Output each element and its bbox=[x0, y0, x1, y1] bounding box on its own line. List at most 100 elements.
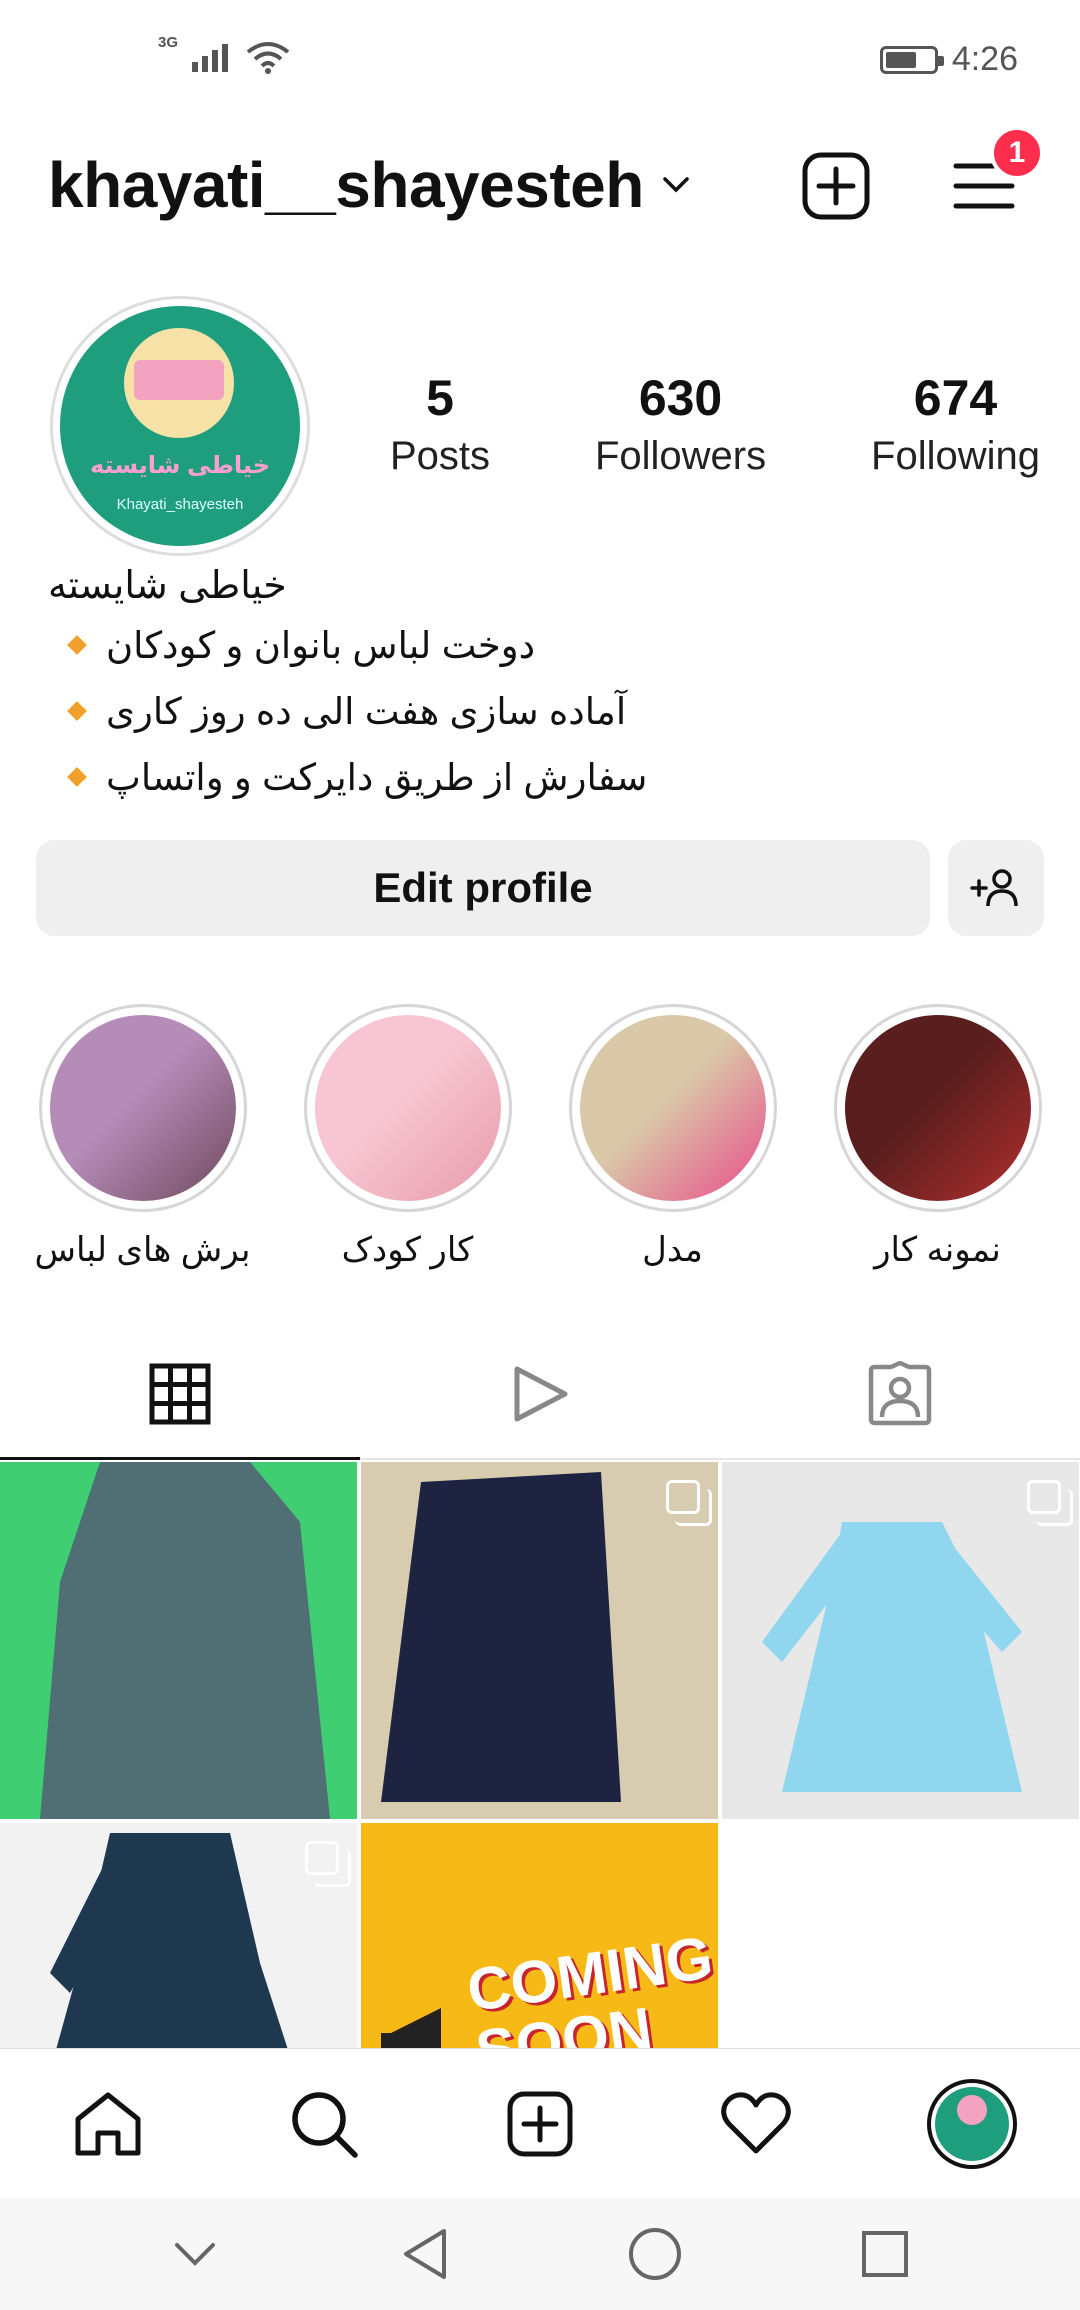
system-navigation bbox=[0, 2198, 1080, 2310]
highlight-item[interactable]: کار کودک bbox=[293, 1004, 523, 1270]
sewing-machine-icon bbox=[134, 360, 224, 400]
signal-icon bbox=[192, 44, 229, 72]
highlight-cover bbox=[579, 1015, 766, 1201]
play-icon bbox=[514, 1366, 568, 1422]
plus-square-icon bbox=[507, 2091, 573, 2156]
bio-line-text: آماده سازی هفت الی ده روز کاری bbox=[106, 690, 627, 732]
stat-following[interactable]: 674 Following bbox=[871, 368, 1040, 484]
back-triangle-icon bbox=[404, 2229, 446, 2279]
highlight-item[interactable]: مدل bbox=[558, 1004, 788, 1270]
profile-avatar-small bbox=[927, 2078, 1017, 2169]
profile-stats: 5 Posts 630 Followers 674 Following bbox=[390, 368, 1040, 484]
bio-display-name: خیاطی شایسته bbox=[48, 565, 287, 607]
avatar-image: خیاطی شایسته Khayati_shayesteh bbox=[60, 306, 300, 546]
bio-line-text: سفارش از طریق دایرکت و واتساپ bbox=[106, 756, 648, 798]
multiple-photos-icon bbox=[1027, 1480, 1073, 1526]
bio-line: سفارش از طریق دایرکت و واتساپ bbox=[48, 744, 948, 810]
highlight-ring bbox=[833, 1004, 1042, 1212]
chevron-down-icon bbox=[663, 177, 689, 193]
highlight-item[interactable]: نمونه کار bbox=[823, 1004, 1053, 1270]
dark-dress-illustration bbox=[50, 1833, 289, 2052]
tab-reels[interactable] bbox=[360, 1330, 720, 1458]
kids-dress-illustration bbox=[762, 1522, 1022, 1792]
post-thumbnail[interactable] bbox=[722, 1462, 1079, 1819]
notification-badge: 1 bbox=[990, 126, 1044, 180]
stat-value: 630 bbox=[638, 370, 723, 426]
highlight-cover bbox=[844, 1015, 1031, 1201]
highlight-cover bbox=[314, 1015, 501, 1201]
network-type-label: 3G bbox=[158, 34, 179, 51]
home-button[interactable] bbox=[620, 2219, 690, 2289]
highlight-label: نمونه کار bbox=[874, 1231, 1001, 1269]
profile-avatar[interactable]: خیاطی شایسته Khayati_shayesteh bbox=[50, 296, 310, 556]
bio-line: دوخت لباس بانوان و کودکان bbox=[48, 612, 948, 678]
highlight-cover bbox=[49, 1015, 236, 1201]
stat-label: Followers bbox=[594, 434, 767, 478]
posts-grid: COMING SOON bbox=[0, 1462, 1080, 2052]
chevron-down-icon bbox=[175, 2243, 215, 2266]
nav-create[interactable] bbox=[495, 2079, 585, 2169]
orange-diamond-icon bbox=[67, 635, 87, 655]
clock: 4:26 bbox=[951, 40, 1018, 78]
bio-line-text: دوخت لباس بانوان و کودکان bbox=[106, 624, 536, 666]
home-icon bbox=[75, 2092, 141, 2155]
menu-button[interactable]: 1 bbox=[946, 126, 1044, 224]
avatar-image bbox=[935, 2086, 1009, 2161]
edit-profile-button[interactable]: Edit profile bbox=[36, 840, 930, 936]
account-switcher[interactable]: khayati__shayesteh bbox=[48, 148, 690, 222]
nav-profile[interactable] bbox=[927, 2078, 1017, 2169]
recents-square-icon bbox=[862, 2231, 908, 2277]
stat-label: Posts bbox=[390, 434, 491, 478]
avatar-text-en: Khayati_shayesteh bbox=[116, 496, 244, 513]
tab-grid[interactable] bbox=[0, 1330, 360, 1460]
stat-label: Following bbox=[871, 434, 1040, 478]
back-button[interactable] bbox=[390, 2219, 460, 2289]
highlight-label: برش های لباس bbox=[34, 1231, 251, 1269]
nav-activity[interactable] bbox=[711, 2079, 801, 2169]
multiple-photos-icon bbox=[666, 1480, 712, 1526]
avatar-text-fa: خیاطی شایسته bbox=[89, 452, 271, 479]
new-post-button[interactable] bbox=[798, 148, 874, 224]
plus-square-icon bbox=[802, 152, 870, 220]
status-bar: 3G 4:26 bbox=[0, 0, 1080, 120]
orange-diamond-icon bbox=[67, 767, 87, 787]
stat-value: 5 bbox=[426, 370, 454, 426]
highlight-ring bbox=[303, 1004, 512, 1212]
nav-home[interactable] bbox=[63, 2079, 153, 2169]
orange-diamond-icon bbox=[67, 701, 87, 721]
stat-followers[interactable]: 630 Followers bbox=[595, 368, 766, 484]
bio-line: آماده سازی هفت الی ده روز کاری bbox=[48, 678, 948, 744]
add-person-icon bbox=[970, 869, 1018, 907]
stat-posts[interactable]: 5 Posts bbox=[390, 368, 490, 484]
home-circle-icon bbox=[629, 2228, 681, 2280]
post-thumbnail[interactable] bbox=[0, 1823, 357, 2052]
tagged-person-icon bbox=[868, 1361, 932, 1426]
highlight-item[interactable]: برش های لباس bbox=[28, 1004, 258, 1270]
highlight-label: مدل bbox=[642, 1231, 703, 1269]
status-indicators: 3G bbox=[158, 35, 290, 74]
multiple-photos-icon bbox=[305, 1841, 351, 1887]
battery-icon bbox=[879, 45, 944, 74]
recents-button[interactable] bbox=[850, 2219, 920, 2289]
hide-nav-button[interactable] bbox=[160, 2219, 230, 2289]
post-thumbnail[interactable]: COMING SOON bbox=[361, 1823, 718, 2052]
post-thumbnail[interactable] bbox=[361, 1462, 718, 1819]
bottom-navigation bbox=[0, 2048, 1080, 2198]
highlight-label: کار کودک bbox=[341, 1231, 474, 1269]
nav-search[interactable] bbox=[279, 2079, 369, 2169]
username: khayati__shayesteh bbox=[48, 149, 644, 221]
highlight-ring bbox=[568, 1004, 777, 1212]
post-thumbnail[interactable] bbox=[0, 1462, 357, 1819]
discover-people-button[interactable] bbox=[948, 840, 1044, 936]
story-highlights: برش های لباس کار کودک مدل نمونه کار bbox=[0, 1004, 1080, 1270]
stat-value: 674 bbox=[913, 370, 998, 426]
coming-soon-text: COMING SOON bbox=[463, 1923, 717, 2052]
search-icon bbox=[292, 2091, 358, 2158]
profile-tabs bbox=[0, 1330, 1080, 1460]
grid-icon bbox=[149, 1363, 211, 1425]
wifi-icon bbox=[246, 42, 290, 74]
skirt-illustration bbox=[381, 1472, 621, 1802]
dress-illustration bbox=[40, 1462, 330, 1819]
tab-tagged[interactable] bbox=[720, 1330, 1080, 1458]
profile-header: khayati__shayesteh 1 bbox=[0, 126, 1080, 240]
